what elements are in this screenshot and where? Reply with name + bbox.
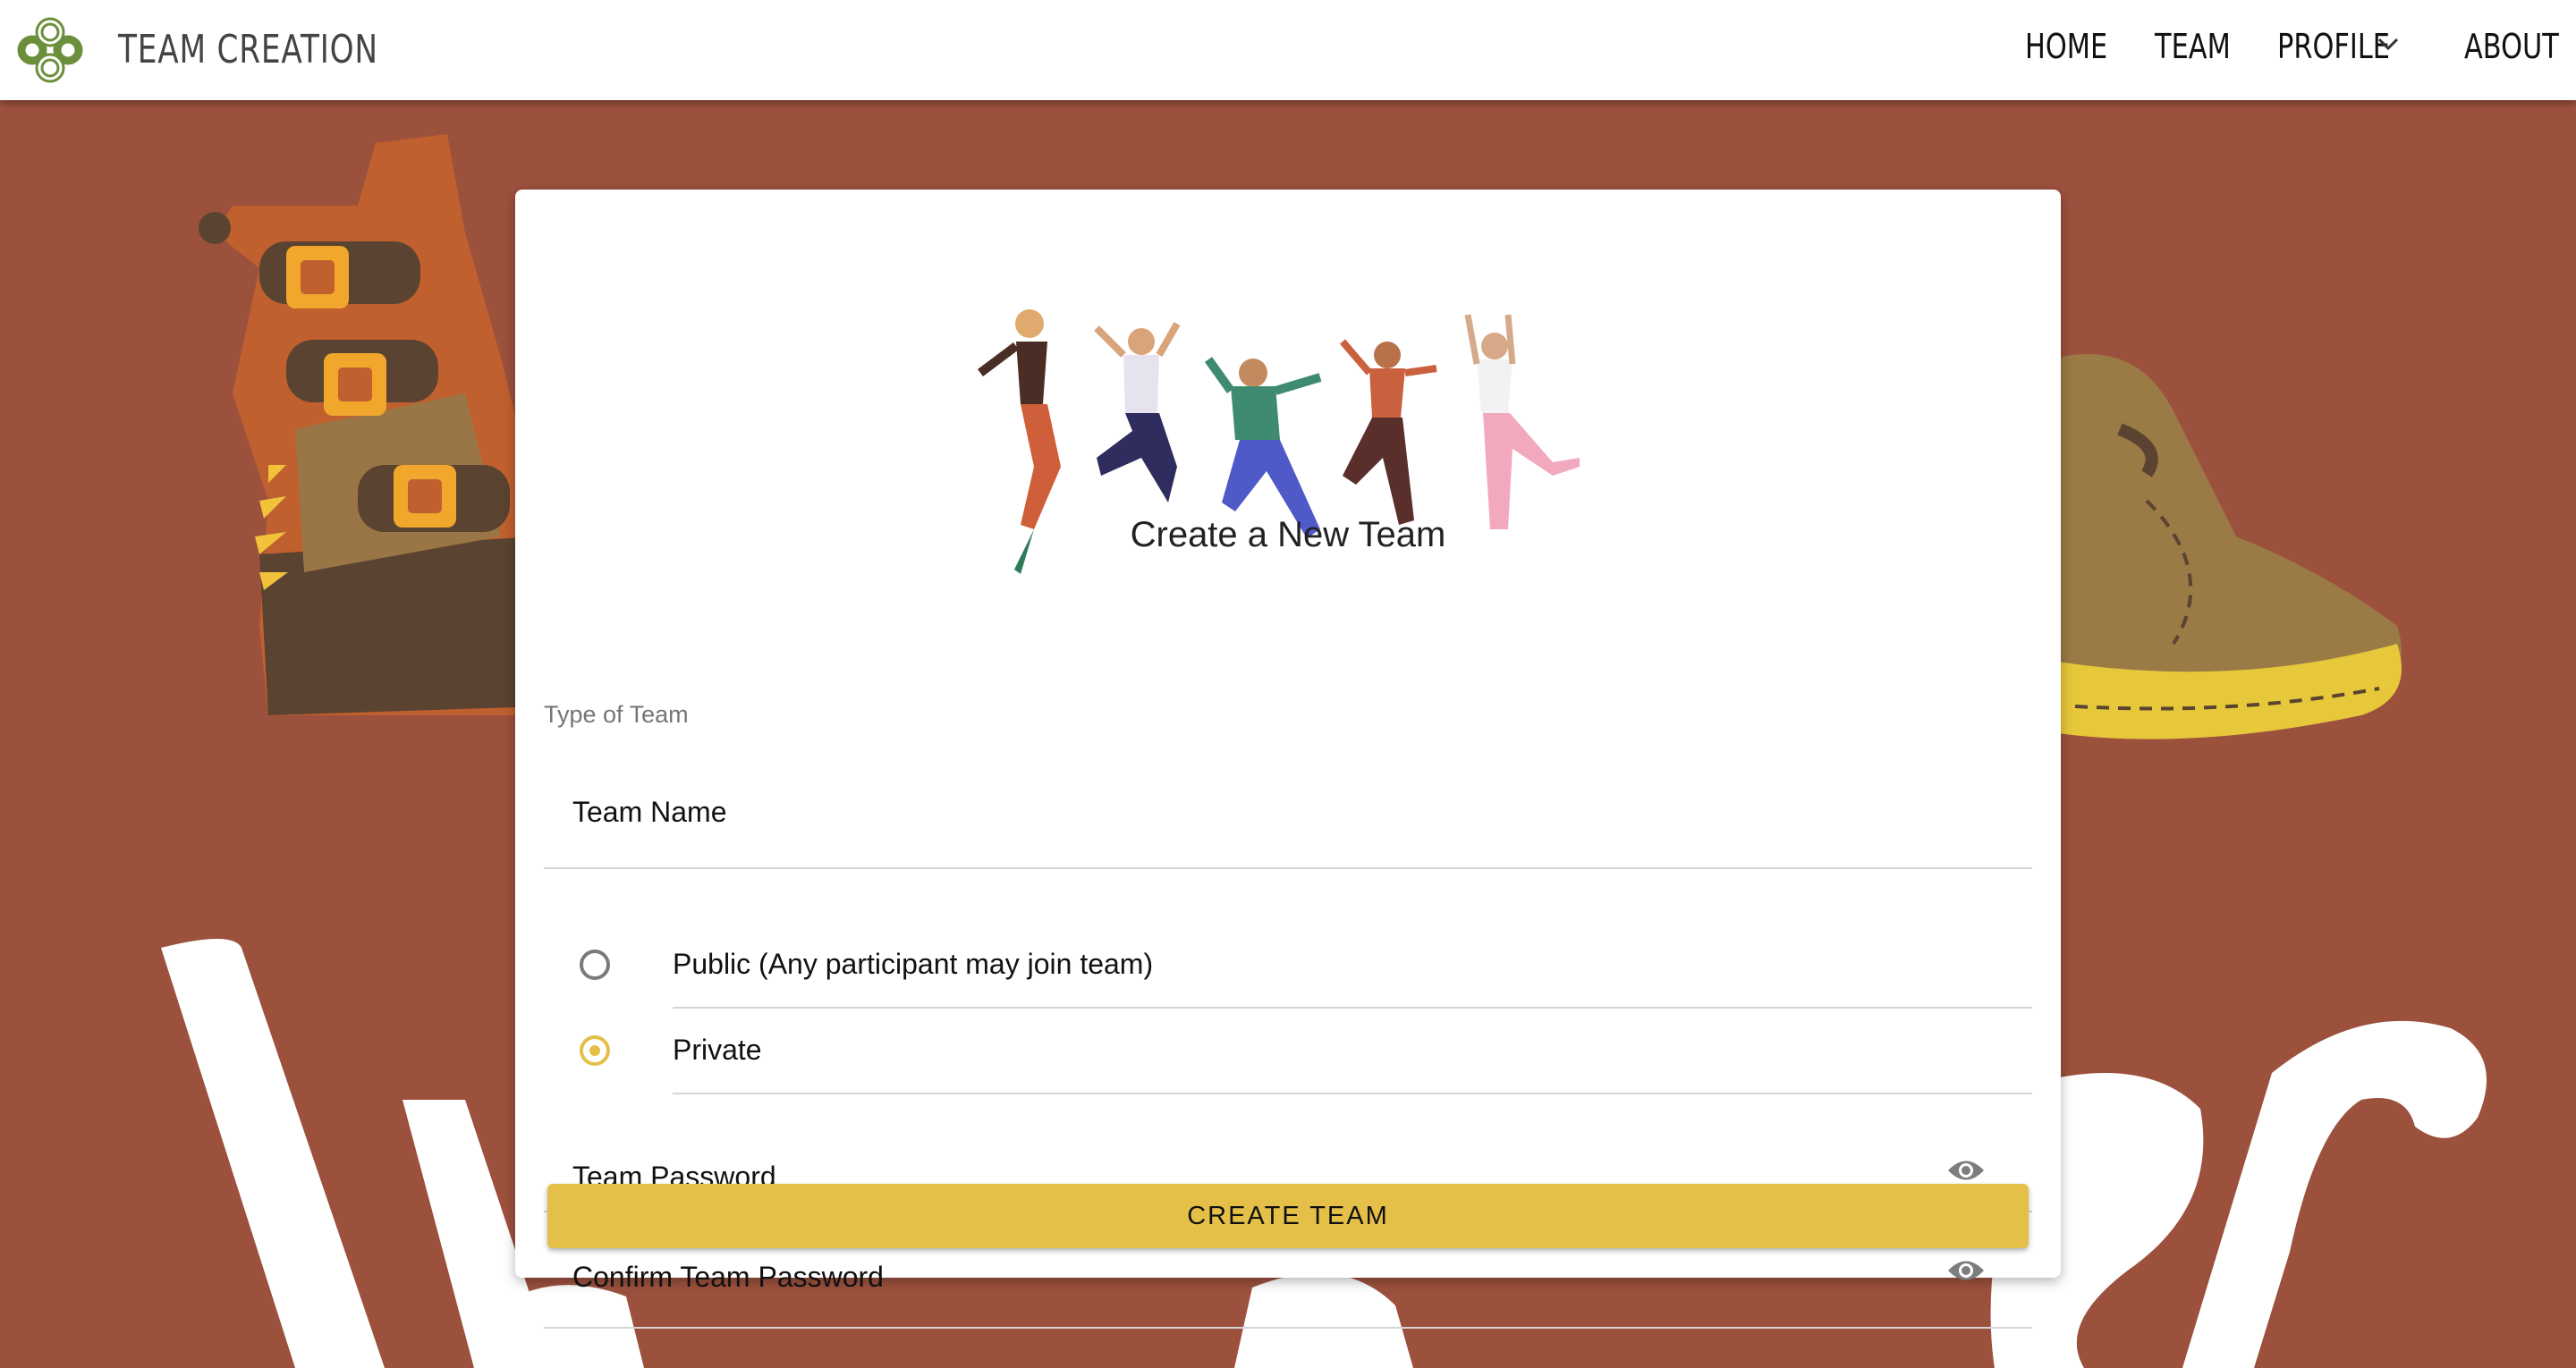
- radio-public[interactable]: [580, 950, 610, 980]
- create-team-button[interactable]: CREATE TEAM: [547, 1184, 2029, 1248]
- confirm-password-label: Confirm Team Password: [572, 1261, 884, 1293]
- radio-private[interactable]: [580, 1035, 610, 1066]
- eye-icon[interactable]: [1946, 1157, 1986, 1184]
- nav-team[interactable]: TEAM: [2155, 27, 2231, 66]
- radio-public-label: Public (Any participant may join team): [673, 948, 1154, 980]
- chevron-down-icon[interactable]: [2377, 36, 2400, 52]
- divider: [673, 1093, 2032, 1094]
- nav-profile[interactable]: PROFILE: [2277, 27, 2390, 66]
- team-name-field[interactable]: Team Name: [544, 753, 2032, 869]
- radio-option-public[interactable]: Public (Any participant may join team): [544, 923, 2032, 1009]
- shoe-illustration: [2057, 354, 2402, 739]
- eye-icon[interactable]: [1946, 1257, 1986, 1284]
- app-title: TEAM CREATION: [118, 27, 378, 72]
- top-navbar: TEAM CREATION HOME TEAM PROFILE ABOUT: [0, 0, 2576, 100]
- jumping-people-illustration: [978, 309, 1580, 574]
- team-name-label: Team Name: [572, 796, 727, 828]
- radio-private-label: Private: [673, 1034, 762, 1066]
- logo-icon[interactable]: [16, 16, 84, 84]
- radio-option-private[interactable]: Private: [544, 1009, 2032, 1094]
- boot-illustration: [199, 134, 555, 715]
- type-of-team-label: Type of Team: [544, 701, 689, 728]
- nav-about[interactable]: ABOUT: [2464, 27, 2559, 66]
- nav-home[interactable]: HOME: [2025, 27, 2107, 66]
- form-title: Create a New Team: [1130, 515, 1446, 554]
- create-team-card: Create a New Team Team Name .field[data-…: [515, 190, 2061, 1329]
